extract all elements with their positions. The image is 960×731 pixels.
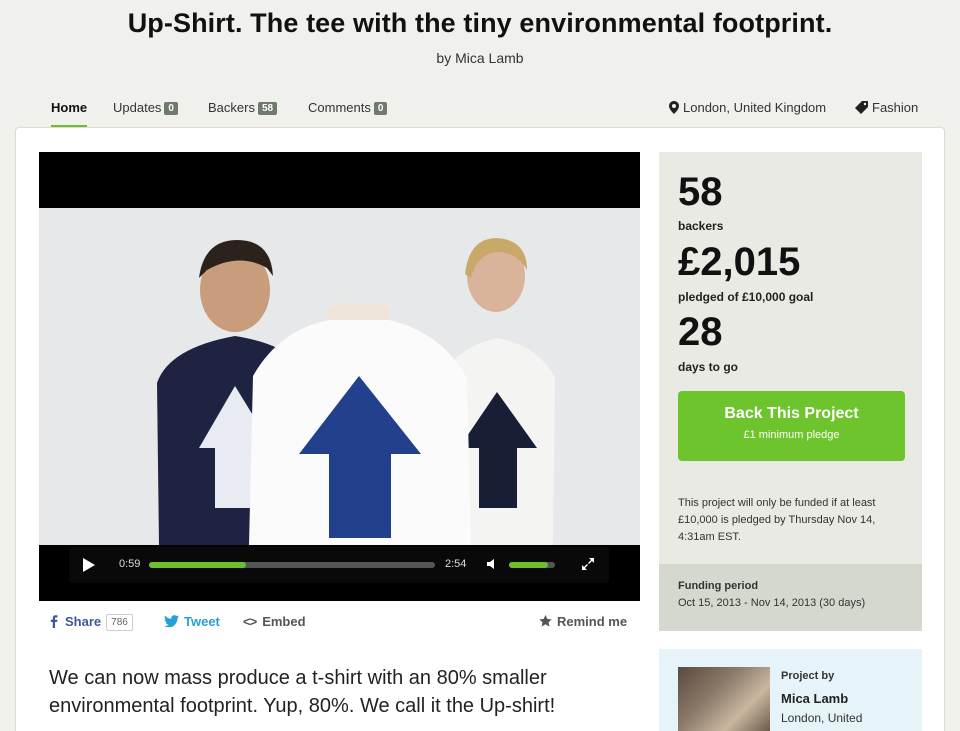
video-controls: 0:59 2:54 [69,547,609,583]
facebook-share-count: 786 [106,614,133,631]
facebook-icon [50,615,58,628]
tab-comments-label: Comments [308,100,371,115]
pledged-amount: £2,015 [678,240,801,284]
creator-name[interactable]: Mica Lamb [781,691,848,706]
code-icon: <> [243,614,257,629]
tab-home[interactable]: Home [51,100,88,128]
stats-panel: 58 backers £2,015 pledged of £10,000 goa… [659,152,922,564]
tab-backers-label: Backers [208,100,255,115]
tab-updates[interactable]: Updates 0 [113,100,178,128]
funding-period-panel: Funding period Oct 15, 2013 - Nov 14, 20… [659,564,922,631]
funding-period-heading: Funding period [678,580,759,592]
project-title: Up-Shirt. The tee with the tiny environm… [127,8,833,38]
volume-icon[interactable] [487,558,499,570]
tab-home-label: Home [51,100,88,115]
creator-panel: Project by Mica Lamb London, United [659,649,922,731]
twitter-bird-icon [164,615,179,628]
days-label: days to go [678,360,739,374]
tab-comments[interactable]: Comments 0 [308,100,388,128]
project-blurb: We can now mass produce a t-shirt with a… [49,667,556,717]
embed-label: Embed [262,614,306,629]
video-frame [39,208,640,545]
funding-period-value: Oct 15, 2013 - Nov 14, 2013 (30 days) [678,597,866,609]
funding-note: This project will only be funded if at l… [678,497,876,543]
volume-slider[interactable] [509,562,555,568]
video-frame-illustration [39,208,640,545]
minimum-pledge-label: £1 minimum pledge [743,429,840,441]
video-player[interactable]: 0:59 2:54 [39,152,640,601]
star-icon [539,615,552,627]
days-count: 28 [678,310,723,354]
video-current-time: 0:59 [119,558,141,570]
tab-updates-label: Updates [113,100,162,115]
tag-icon [855,101,868,114]
tab-backers[interactable]: Backers 58 [208,100,278,128]
creator-avatar[interactable] [678,667,770,731]
video-progress-bar[interactable] [149,562,435,568]
tab-backers-count: 58 [257,102,278,115]
fullscreen-icon[interactable] [581,557,595,571]
creator-heading: Project by [781,670,835,682]
remind-me-button[interactable]: Remind me [539,614,627,629]
video-duration: 2:54 [445,558,467,570]
backers-count: 58 [678,170,723,214]
project-category-link[interactable]: Fashion [855,100,918,115]
back-project-button[interactable]: Back This Project £1 minimum pledge [678,391,905,461]
project-location-link[interactable]: London, United Kingdom [669,100,826,115]
project-category: Fashion [872,100,919,115]
creator-location: London, United [781,711,863,725]
project-location: London, United Kingdom [683,100,827,115]
facebook-share-label: Share [65,614,102,629]
facebook-share-button[interactable]: Share 786 [50,614,133,631]
embed-button[interactable]: <> Embed [243,614,306,629]
pledged-label: pledged of £10,000 goal [678,290,814,304]
tab-comments-count: 0 [373,102,388,115]
share-bar: Share 786 Tweet <> Embed Remind me [50,612,635,636]
tweet-label: Tweet [184,614,220,629]
tweet-button[interactable]: Tweet [164,614,220,629]
backers-label: backers [678,219,724,233]
tab-updates-count: 0 [164,102,178,115]
map-pin-icon [669,101,679,114]
back-project-label: Back This Project [724,405,859,422]
remind-me-label: Remind me [557,614,628,629]
project-byline: by Mica Lamb [436,50,524,66]
volume-fill [509,562,549,568]
video-progress-fill [149,562,246,568]
play-icon[interactable] [83,558,95,572]
